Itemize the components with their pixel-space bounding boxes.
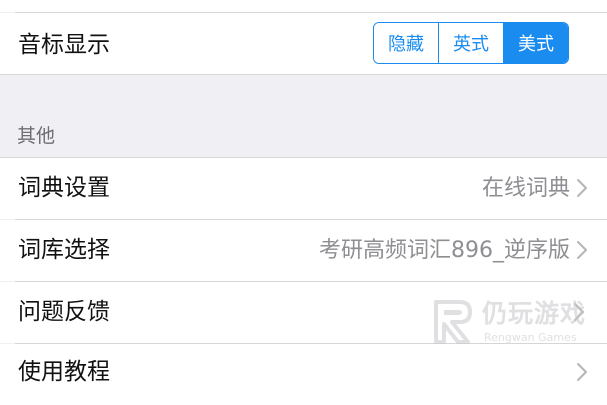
previous-row-remnant <box>0 0 607 12</box>
watermark-subtitle: Rengwan Games <box>484 331 577 344</box>
row-value: 考研高频词汇896_逆序版 <box>319 238 570 263</box>
chevron-right-icon <box>577 179 587 197</box>
chevron-right-icon <box>577 241 587 259</box>
watermark-logo-icon <box>434 300 472 344</box>
phonetic-option-hide[interactable]: 隐藏 <box>374 23 438 63</box>
row-wordbank-selection[interactable]: 词库选择 考研高频词汇896_逆序版 <box>0 220 607 281</box>
watermark: 仍玩游戏 Rengwan Games <box>430 298 605 354</box>
row-value: 在线词典 <box>481 176 570 201</box>
row-label: 使用教程 <box>18 359 110 385</box>
row-label: 问题反馈 <box>18 299 110 325</box>
phonetic-option-american[interactable]: 美式 <box>503 23 568 63</box>
phonetic-display-label: 音标显示 <box>18 32 110 58</box>
phonetic-display-row: 音标显示 隐藏 英式 美式 <box>0 13 607 74</box>
row-label: 词库选择 <box>18 237 110 263</box>
phonetic-option-british[interactable]: 英式 <box>438 23 503 63</box>
phonetic-segmented-control: 隐藏 英式 美式 <box>373 22 569 64</box>
chevron-right-icon <box>577 363 587 381</box>
row-dictionary-settings[interactable]: 词典设置 在线词典 <box>0 158 607 219</box>
watermark-title: 仍玩游戏 <box>482 299 587 328</box>
row-label: 词典设置 <box>18 175 110 201</box>
section-divider <box>0 74 607 75</box>
section-header-other: 其他 <box>17 125 56 147</box>
